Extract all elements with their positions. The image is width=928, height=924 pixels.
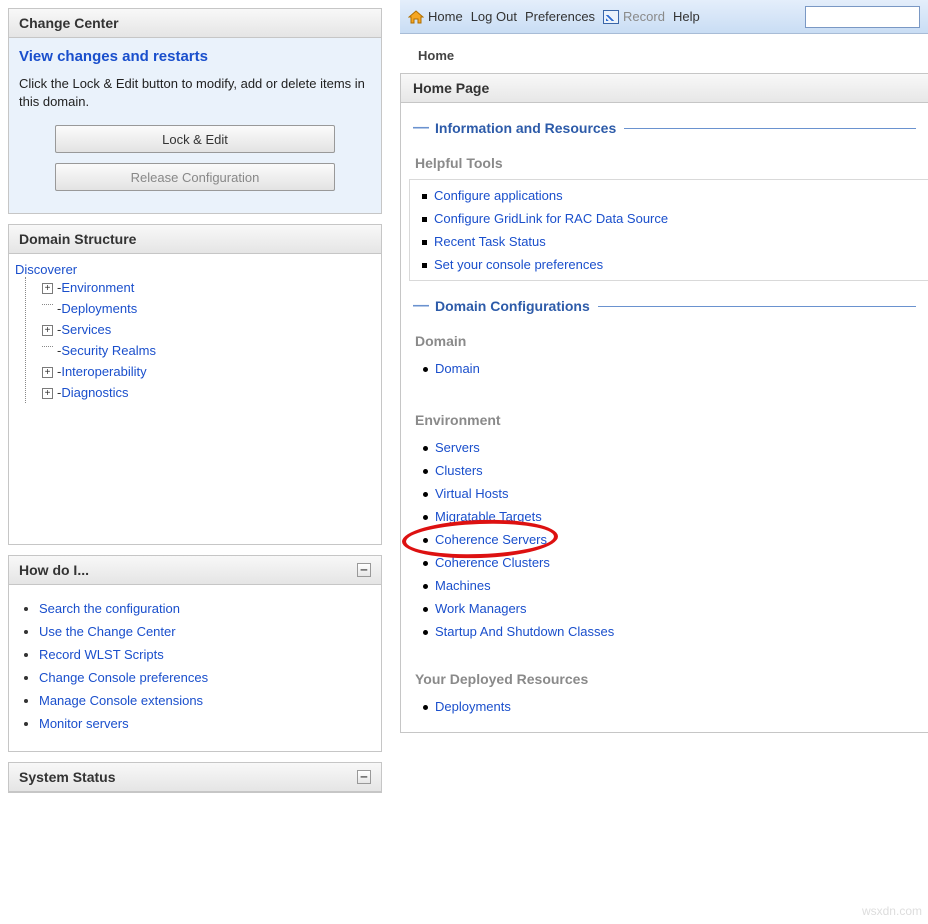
- record-nav: Record: [603, 9, 665, 24]
- domain-config-header: — Domain Configurations: [401, 287, 928, 319]
- helpful-link[interactable]: Set your console preferences: [434, 257, 603, 272]
- deployed-sub-header: Your Deployed Resources: [401, 647, 928, 691]
- tree-node[interactable]: Interoperability: [61, 364, 146, 379]
- domain-structure-panel: Domain Structure Discoverer +-Environmen…: [8, 224, 382, 545]
- lock-edit-button[interactable]: Lock & Edit: [55, 125, 335, 153]
- deployed-list: Deployments: [411, 695, 928, 718]
- how-do-i-link[interactable]: Record WLST Scripts: [39, 647, 164, 662]
- environment-sub-header: Environment: [401, 384, 928, 432]
- change-center-title: Change Center: [9, 9, 381, 38]
- list-item: Set your console preferences: [410, 253, 928, 276]
- how-do-i-link[interactable]: Search the configuration: [39, 601, 180, 616]
- tree-root[interactable]: Discoverer: [15, 262, 77, 277]
- list-item: Virtual Hosts: [411, 482, 928, 505]
- environment-link[interactable]: Work Managers: [435, 601, 527, 616]
- environment-link[interactable]: Servers: [435, 440, 480, 455]
- how-do-i-link[interactable]: Use the Change Center: [39, 624, 176, 639]
- how-do-i-link[interactable]: Change Console preferences: [39, 670, 208, 685]
- list-item: Configure GridLink for RAC Data Source: [410, 207, 928, 230]
- system-status-panel: System Status ‒: [8, 762, 382, 793]
- list-item: Startup And Shutdown Classes: [411, 620, 928, 643]
- how-do-i-panel: How do I... ‒ Search the configuration Us…: [8, 555, 382, 752]
- release-config-button[interactable]: Release Configuration: [55, 163, 335, 191]
- expand-icon[interactable]: +: [42, 283, 53, 294]
- home-nav[interactable]: Home: [408, 9, 463, 24]
- helpful-link[interactable]: Configure GridLink for RAC Data Source: [434, 211, 668, 226]
- list-item: Work Managers: [411, 597, 928, 620]
- list-item: Migratable Targets: [411, 505, 928, 528]
- change-center-hint: Click the Lock & Edit button to modify, …: [19, 75, 371, 111]
- view-changes-link[interactable]: View changes and restarts: [19, 48, 371, 65]
- home-content: — Information and Resources Helpful Tool…: [400, 103, 928, 733]
- record-icon: [603, 10, 619, 24]
- how-do-i-list: Search the configuration Use the Change C…: [39, 597, 371, 735]
- tree-node[interactable]: Security Realms: [61, 343, 156, 358]
- environment-link[interactable]: Clusters: [435, 463, 483, 478]
- environment-link[interactable]: Migratable Targets: [435, 509, 542, 524]
- collapse-dash-icon[interactable]: —: [413, 297, 429, 315]
- info-section-header: — Information and Resources: [401, 109, 928, 141]
- top-toolbar: Home Log Out Preferences Record Help: [400, 0, 928, 34]
- domain-tree: Discoverer +-Environment-Deployments+-Se…: [19, 262, 371, 403]
- environment-list: Servers Clusters Virtual Hosts Migratable T…: [411, 436, 928, 643]
- domain-list: Domain: [411, 357, 928, 380]
- domain-structure-title: Domain Structure: [9, 225, 381, 254]
- collapse-icon[interactable]: ‒: [357, 770, 371, 784]
- logout-nav[interactable]: Log Out: [471, 9, 517, 24]
- environment-link[interactable]: Virtual Hosts: [435, 486, 508, 501]
- domain-sub-header: Domain: [401, 319, 928, 353]
- change-center-panel: Change Center View changes and restarts …: [8, 8, 382, 214]
- list-item: Configure applications: [410, 184, 928, 207]
- tree-node[interactable]: Environment: [61, 280, 134, 295]
- collapse-icon[interactable]: ‒: [357, 563, 371, 577]
- helpful-link[interactable]: Recent Task Status: [434, 234, 546, 249]
- how-do-i-title: How do I...: [19, 562, 89, 578]
- expand-icon[interactable]: +: [42, 367, 53, 378]
- home-icon: [408, 10, 424, 24]
- deployed-link[interactable]: Deployments: [435, 699, 511, 714]
- expand-icon[interactable]: +: [42, 325, 53, 336]
- how-do-i-link[interactable]: Manage Console extensions: [39, 693, 203, 708]
- helpful-link[interactable]: Configure applications: [434, 188, 563, 203]
- tree-node[interactable]: Services: [61, 322, 111, 337]
- list-item: Domain: [411, 357, 928, 380]
- tree-node[interactable]: Deployments: [61, 301, 137, 316]
- environment-link[interactable]: Coherence Servers: [435, 532, 547, 547]
- expand-icon[interactable]: +: [42, 388, 53, 399]
- breadcrumb: Home: [400, 34, 928, 73]
- system-status-title: System Status: [19, 769, 115, 785]
- prefs-nav[interactable]: Preferences: [525, 9, 595, 24]
- list-item: Recent Task Status: [410, 230, 928, 253]
- helpful-tools-header: Helpful Tools: [401, 141, 928, 175]
- collapse-dash-icon[interactable]: —: [413, 119, 429, 137]
- tree-leaf-icon: [42, 346, 53, 357]
- search-input[interactable]: [805, 6, 920, 28]
- list-item: Machines: [411, 574, 928, 597]
- list-item: Coherence Servers: [411, 528, 928, 551]
- list-item: Servers: [411, 436, 928, 459]
- list-item: Deployments: [411, 695, 928, 718]
- environment-link[interactable]: Machines: [435, 578, 491, 593]
- help-nav[interactable]: Help: [673, 9, 700, 24]
- environment-link[interactable]: Startup And Shutdown Classes: [435, 624, 614, 639]
- watermark: wsxdn.com: [862, 904, 922, 918]
- helpful-tools-list: Configure applications Configure GridLink…: [409, 179, 928, 281]
- list-item: Clusters: [411, 459, 928, 482]
- tree-leaf-icon: [42, 304, 53, 315]
- environment-link[interactable]: Coherence Clusters: [435, 555, 550, 570]
- list-item: Coherence Clusters: [411, 551, 928, 574]
- tree-node[interactable]: Diagnostics: [61, 385, 128, 400]
- how-do-i-link[interactable]: Monitor servers: [39, 716, 129, 731]
- page-title: Home Page: [400, 73, 928, 103]
- domain-link[interactable]: Domain: [435, 361, 480, 376]
